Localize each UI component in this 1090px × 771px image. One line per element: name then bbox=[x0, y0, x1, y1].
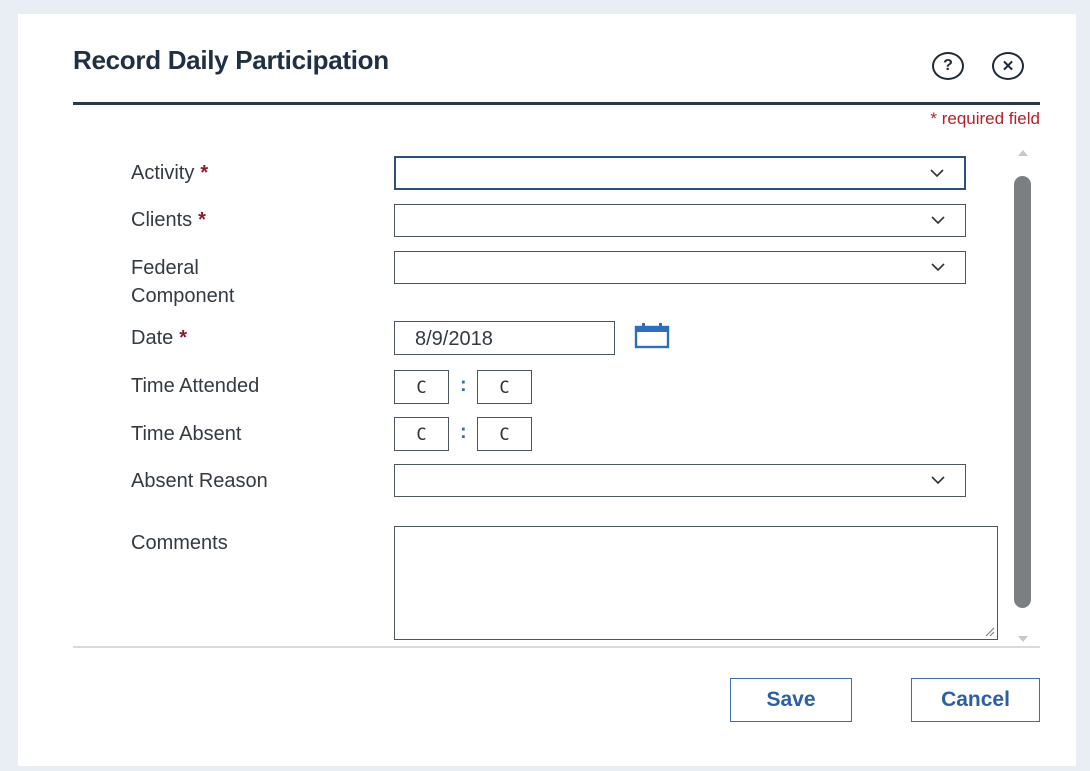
scroll-up-arrow-icon[interactable] bbox=[1018, 150, 1028, 156]
clients-label: Clients * bbox=[131, 206, 206, 234]
date-label: Date * bbox=[131, 324, 187, 352]
federal-component-select[interactable] bbox=[394, 251, 966, 284]
required-field-note: * required field bbox=[930, 109, 1040, 128]
date-input[interactable]: 8/9/2018 bbox=[394, 321, 615, 355]
comments-textarea[interactable] bbox=[394, 526, 998, 640]
time-absent-hours-input[interactable]: C bbox=[394, 417, 449, 451]
activity-required-star: * bbox=[200, 162, 209, 184]
save-button[interactable]: Save bbox=[730, 678, 852, 722]
federal-component-label-line1: Federal bbox=[131, 257, 199, 279]
time-attended-separator: : bbox=[460, 374, 467, 396]
activity-label: Activity * bbox=[131, 159, 208, 187]
federal-component-label-line2: Component bbox=[131, 285, 235, 307]
header-divider bbox=[73, 102, 1040, 105]
form-scrollbar[interactable] bbox=[1012, 146, 1034, 642]
time-absent-minutes-input[interactable]: C bbox=[477, 417, 532, 451]
chevron-down-icon bbox=[930, 169, 944, 178]
calendar-icon[interactable] bbox=[634, 323, 670, 349]
absent-reason-label: Absent Reason bbox=[131, 470, 268, 492]
help-icon[interactable]: ? bbox=[932, 52, 964, 80]
time-attended-label: Time Attended bbox=[131, 375, 260, 397]
record-participation-dialog: Record Daily Participation ? ✕ * require… bbox=[18, 14, 1076, 766]
chevron-down-icon bbox=[931, 476, 945, 485]
chevron-down-icon bbox=[931, 216, 945, 225]
date-label-text: Date bbox=[131, 327, 174, 349]
cancel-button[interactable]: Cancel bbox=[911, 678, 1040, 722]
dialog-title: Record Daily Participation bbox=[73, 45, 389, 75]
scroll-down-arrow-icon[interactable] bbox=[1018, 636, 1028, 642]
clients-select[interactable] bbox=[394, 204, 966, 237]
absent-reason-select[interactable] bbox=[394, 464, 966, 497]
time-attended-minutes-input[interactable]: C bbox=[477, 370, 532, 404]
clients-label-text: Clients bbox=[131, 209, 193, 231]
activity-select[interactable] bbox=[394, 156, 966, 190]
federal-component-label: Federal Component bbox=[131, 254, 234, 310]
chevron-down-icon bbox=[931, 263, 945, 272]
comments-label: Comments bbox=[131, 532, 228, 554]
activity-label-text: Activity bbox=[131, 162, 195, 184]
footer-divider bbox=[73, 646, 1040, 648]
time-attended-hours-input[interactable]: C bbox=[394, 370, 449, 404]
date-required-star: * bbox=[179, 327, 188, 349]
time-absent-separator: : bbox=[460, 421, 467, 443]
clients-required-star: * bbox=[198, 209, 206, 231]
resize-grip-icon[interactable] bbox=[983, 625, 995, 637]
scrollbar-thumb[interactable] bbox=[1014, 176, 1031, 608]
close-icon[interactable]: ✕ bbox=[992, 52, 1024, 80]
time-absent-label: Time Absent bbox=[131, 423, 242, 445]
